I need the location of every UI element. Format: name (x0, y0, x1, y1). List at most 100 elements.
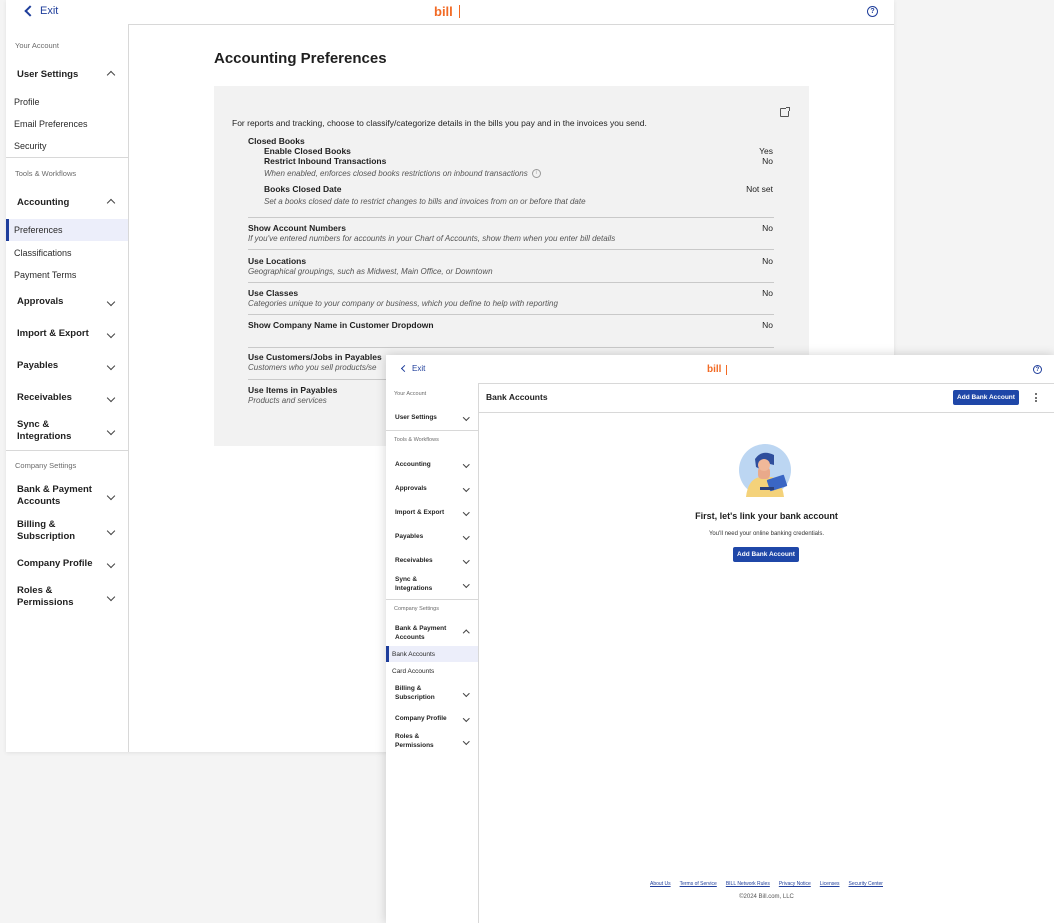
copyright: ©2024 Bill.com, LLC (739, 894, 794, 900)
chevron-left-icon (24, 5, 36, 17)
sidebar-item-roles-permissions[interactable]: Roles & Permissions (386, 731, 478, 751)
sidebar-item-user-settings[interactable]: User Settings (6, 68, 128, 82)
sidebar-item-label: Sync & Integrations (395, 576, 433, 592)
sidebar-item-receivables[interactable]: Receivables (386, 554, 478, 566)
pref-description: Set a books closed date to restrict chan… (264, 197, 586, 206)
chevron-down-icon (106, 329, 116, 339)
chevron-up-icon (462, 629, 469, 637)
pref-title: Closed Books (248, 136, 305, 146)
exit-button[interactable]: Exit (400, 364, 426, 373)
sidebar-item-import-export[interactable]: Import & Export (6, 327, 128, 341)
closed-books-heading: Closed Books (248, 136, 305, 146)
sidebar-item-bank-payment-accounts[interactable]: Bank & Payment Accounts (386, 623, 478, 643)
sidebar-item-roles-permissions[interactable]: Roles & Permissions (6, 584, 128, 610)
sidebar-item-label: Payables (17, 360, 59, 371)
footer-link-security-center[interactable]: Security Center (849, 881, 883, 887)
divider (248, 347, 774, 348)
sidebar-divider (386, 599, 478, 600)
sidebar-item-card-accounts[interactable]: Card Accounts (386, 665, 478, 677)
chevron-down-icon (462, 532, 469, 540)
sidebar-item-sync-integrations[interactable]: Sync & Integrations (386, 574, 478, 594)
add-bank-account-button[interactable]: Add Bank Account (953, 390, 1019, 405)
empty-state-title: First, let's link your bank account (695, 511, 838, 521)
sidebar-item-billing-subscription[interactable]: Billing & Subscription (6, 518, 128, 544)
chevron-down-icon (462, 413, 469, 421)
sidebar-item-label: Bank & Payment Accounts (395, 625, 447, 641)
pref-value-restrict-inbound: No (762, 156, 773, 166)
chevron-down-icon (106, 592, 116, 602)
section-caption-company: Company Settings (394, 606, 439, 612)
chevron-down-icon (106, 361, 116, 371)
sidebar-item-approvals[interactable]: Approvals (6, 295, 128, 309)
bill-logo: bill (707, 364, 728, 375)
sidebar-item-email-preferences[interactable]: Email Preferences (6, 117, 128, 131)
chevron-down-icon (462, 484, 469, 492)
sidebar-item-receivables[interactable]: Receivables (6, 391, 128, 405)
divider (248, 282, 774, 283)
sidebar-item-sync-integrations[interactable]: Sync & Integrations (6, 418, 128, 444)
info-icon[interactable]: i (531, 169, 541, 179)
pref-title: Books Closed Date (264, 184, 342, 194)
sidebar-item-payables[interactable]: Payables (6, 359, 128, 373)
page-header: Bank Accounts Add Bank Account (479, 383, 1054, 413)
footer-link-licenses[interactable]: Licenses (820, 881, 840, 887)
sidebar-item-company-profile[interactable]: Company Profile (6, 557, 128, 571)
sidebar-item-import-export[interactable]: Import & Export (386, 506, 478, 518)
exit-button[interactable]: Exit (24, 5, 59, 17)
logo-text: bill (434, 4, 453, 19)
sidebar-item-label: Import & Export (395, 508, 445, 516)
pref-title: Use Classes (248, 288, 299, 298)
sidebar-item-billing-subscription[interactable]: Billing & Subscription (386, 683, 478, 703)
footer-link-network-rules[interactable]: BILL Network Rules (726, 881, 770, 887)
sidebar-item-accounting[interactable]: Accounting (386, 458, 478, 470)
chevron-down-icon (462, 556, 469, 564)
chevron-down-icon (106, 526, 116, 536)
pref-description: Products and services (248, 396, 327, 405)
edit-icon[interactable] (780, 107, 790, 117)
pref-use-locations: Use Locations Geographical groupings, su… (248, 256, 493, 276)
settings-sidebar: Your Account User Settings Profile Email… (6, 24, 129, 752)
sidebar-item-bank-accounts[interactable]: Bank Accounts (386, 646, 478, 662)
pref-show-account-numbers: Show Account Numbers If you've entered n… (248, 223, 615, 243)
sidebar-item-user-settings[interactable]: User Settings (386, 411, 478, 423)
sidebar-item-security[interactable]: Security (6, 139, 128, 153)
top-bar: Exit bill ? (6, 0, 894, 25)
sidebar-item-company-profile[interactable]: Company Profile (386, 712, 478, 724)
sidebar-item-preferences[interactable]: Preferences (6, 219, 128, 241)
pref-books-closed-date: Books Closed Date Set a books closed dat… (264, 184, 586, 206)
help-icon[interactable]: ? (867, 6, 878, 17)
pref-enable-closed-books: Enable Closed Books (264, 146, 351, 156)
sidebar-item-accounting[interactable]: Accounting (6, 196, 128, 210)
exit-label: Exit (40, 5, 59, 17)
chevron-up-icon (106, 198, 116, 208)
footer-link-terms[interactable]: Terms of Service (680, 881, 717, 887)
chevron-left-icon (400, 364, 409, 373)
sidebar-divider (6, 157, 128, 158)
chevron-down-icon (462, 460, 469, 468)
footer-links: About Us Terms of Service BILL Network R… (479, 881, 1054, 887)
pref-title: Use Locations (248, 256, 307, 266)
sidebar-item-approvals[interactable]: Approvals (386, 482, 478, 494)
sidebar-item-payables[interactable]: Payables (386, 530, 478, 542)
exit-label: Exit (412, 364, 426, 373)
pref-title: Enable Closed Books (264, 146, 351, 156)
sidebar-item-classifications[interactable]: Classifications (6, 246, 128, 260)
sidebar-item-profile[interactable]: Profile (6, 95, 128, 109)
footer-link-privacy[interactable]: Privacy Notice (779, 881, 811, 887)
sidebar-item-bank-payment-accounts[interactable]: Bank & Payment Accounts (6, 483, 128, 509)
chevron-down-icon (106, 491, 116, 501)
pref-title: Show Account Numbers (248, 223, 346, 233)
sidebar-item-payment-terms[interactable]: Payment Terms (6, 268, 128, 282)
add-bank-account-cta[interactable]: Add Bank Account (733, 547, 799, 562)
logo-text: bill (707, 364, 722, 375)
preferences-intro: For reports and tracking, choose to clas… (232, 118, 647, 128)
pref-title: Restrict Inbound Transactions (264, 156, 387, 166)
footer-link-about[interactable]: About Us (650, 881, 671, 887)
pref-value-classes: No (762, 288, 773, 298)
help-icon[interactable]: ? (1033, 365, 1042, 374)
divider (248, 249, 774, 250)
more-options-icon[interactable] (1035, 393, 1038, 402)
sidebar-divider (6, 450, 128, 451)
pref-value-enable-closed-books: Yes (759, 146, 773, 156)
sidebar-item-label: User Settings (17, 69, 79, 80)
